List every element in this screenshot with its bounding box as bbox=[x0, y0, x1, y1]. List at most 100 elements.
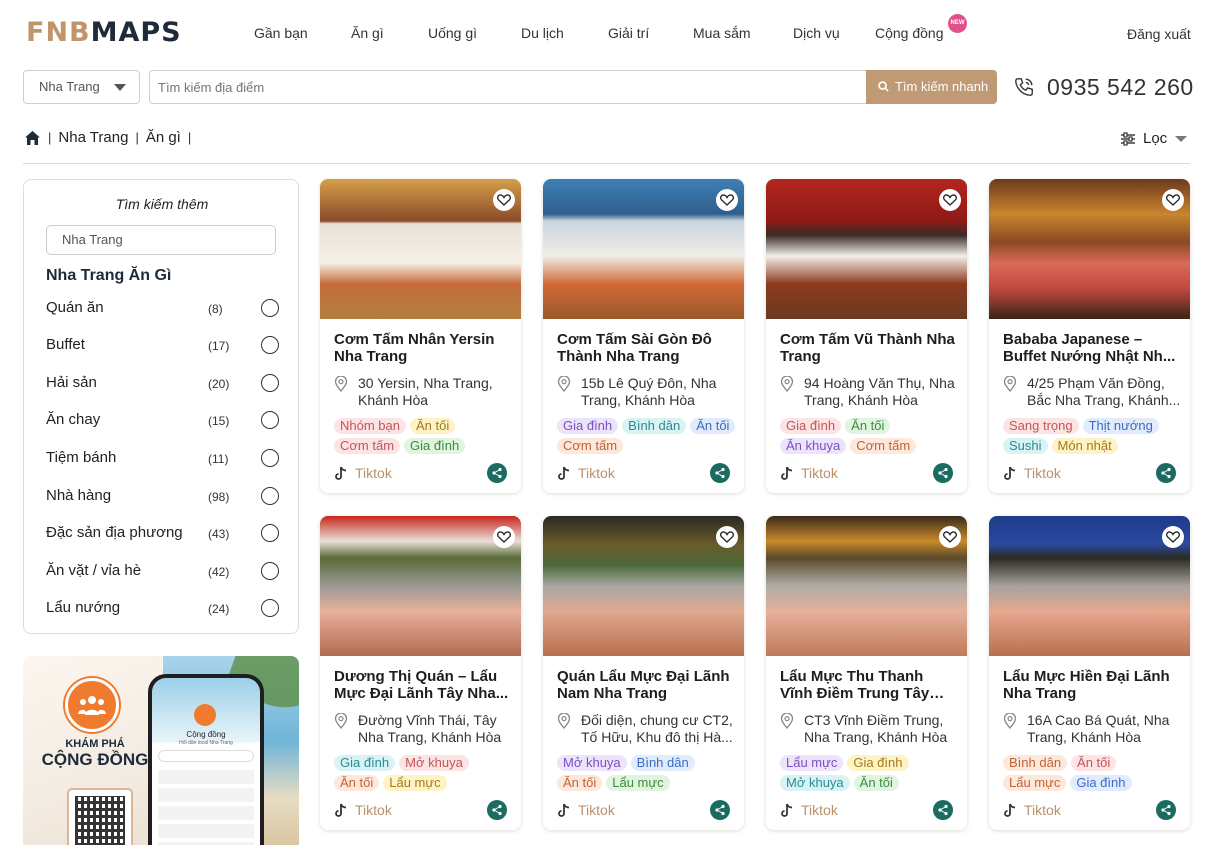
tag[interactable]: Mở khuya bbox=[780, 775, 850, 791]
tag[interactable]: Lẩu mực bbox=[1003, 775, 1067, 791]
tag[interactable]: Gia đình bbox=[780, 418, 842, 434]
nav-mua-sam[interactable]: Mua sắm bbox=[693, 25, 751, 41]
source-link[interactable]: Tiktok bbox=[780, 465, 838, 481]
category-hai-san[interactable]: Hải sản (20) bbox=[46, 374, 282, 396]
place-name[interactable]: Lẩu Mực Thu Thanh Vĩnh Điềm Trung Tây Nh… bbox=[780, 668, 958, 702]
place-card[interactable]: Cơm Tấm Sài Gòn Đô Thành Nha Trang 15b L… bbox=[543, 179, 744, 493]
category-tiem-banh[interactable]: Tiệm bánh (11) bbox=[46, 449, 282, 471]
community-promo-banner[interactable]: KHÁM PHÁ CỘNG ĐỒNG Cộng đồng Hỏi dân loc… bbox=[23, 656, 299, 845]
tag[interactable]: Lẩu mực bbox=[780, 755, 844, 771]
heart-icon[interactable] bbox=[716, 526, 738, 548]
place-card[interactable]: Dương Thị Quán – Lẩu Mực Đại Lãnh Tây Nh… bbox=[320, 516, 521, 830]
tag[interactable]: Bình dân bbox=[630, 755, 695, 771]
share-icon[interactable] bbox=[487, 463, 507, 483]
category-radio[interactable] bbox=[261, 487, 279, 505]
category-radio[interactable] bbox=[261, 562, 279, 580]
place-card[interactable]: Quán Lẩu Mực Đại Lãnh Nam Nha Trang Đối … bbox=[543, 516, 744, 830]
source-link[interactable]: Tiktok bbox=[1003, 802, 1061, 818]
category-radio[interactable] bbox=[261, 449, 279, 467]
heart-icon[interactable] bbox=[1162, 526, 1184, 548]
source-link[interactable]: Tiktok bbox=[557, 465, 615, 481]
place-name[interactable]: Quán Lẩu Mực Đại Lãnh Nam Nha Trang bbox=[557, 668, 735, 702]
source-link[interactable]: Tiktok bbox=[557, 802, 615, 818]
heart-icon[interactable] bbox=[939, 526, 961, 548]
category-quan-an[interactable]: Quán ăn (8) bbox=[46, 299, 282, 321]
tag[interactable]: Ăn tối bbox=[690, 418, 736, 434]
nav-gan-ban[interactable]: Gần bạn bbox=[254, 25, 308, 41]
tag[interactable]: Nhóm bạn bbox=[334, 418, 406, 434]
tag[interactable]: Gia đình bbox=[334, 755, 396, 771]
category-nha-hang[interactable]: Nhà hàng (98) bbox=[46, 487, 282, 509]
quick-search-button[interactable]: Tìm kiếm nhanh bbox=[866, 70, 997, 104]
heart-icon[interactable] bbox=[493, 189, 515, 211]
place-photo[interactable] bbox=[543, 516, 744, 656]
sidebar-search-input[interactable]: Nha Trang bbox=[46, 225, 276, 255]
place-photo[interactable] bbox=[543, 179, 744, 319]
heart-icon[interactable] bbox=[493, 526, 515, 548]
category-radio[interactable] bbox=[261, 524, 279, 542]
tag[interactable]: Ăn khuya bbox=[780, 438, 847, 454]
source-link[interactable]: Tiktok bbox=[780, 802, 838, 818]
nav-giai-tri[interactable]: Giải trí bbox=[608, 25, 649, 41]
tag[interactable]: Ăn tối bbox=[334, 775, 380, 791]
tag[interactable]: Thịt nướng bbox=[1082, 418, 1159, 434]
tag[interactable]: Cơm tấm bbox=[334, 438, 401, 454]
tag[interactable]: Gia đình bbox=[847, 755, 909, 771]
tag[interactable]: Mở khuya bbox=[399, 755, 469, 771]
home-icon[interactable] bbox=[24, 130, 41, 146]
share-icon[interactable] bbox=[933, 463, 953, 483]
filter-button[interactable]: Lọc bbox=[1120, 130, 1188, 147]
place-photo[interactable] bbox=[766, 179, 967, 319]
logout-link[interactable]: Đăng xuất bbox=[1127, 26, 1191, 42]
share-icon[interactable] bbox=[710, 800, 730, 820]
tag[interactable]: Cơm tấm bbox=[850, 438, 917, 454]
place-name[interactable]: Bababa Japanese – Buffet Nướng Nhật Nh..… bbox=[1003, 331, 1181, 365]
search-input[interactable] bbox=[149, 70, 867, 104]
category-radio[interactable] bbox=[261, 336, 279, 354]
tag[interactable]: Ăn tối bbox=[853, 775, 899, 791]
category-radio[interactable] bbox=[261, 299, 279, 317]
nav-uong-gi[interactable]: Uống gì bbox=[428, 25, 477, 41]
place-card[interactable]: Cơm Tấm Nhân Yersin Nha Trang 30 Yersin,… bbox=[320, 179, 521, 493]
share-icon[interactable] bbox=[487, 800, 507, 820]
category-buffet[interactable]: Buffet (17) bbox=[46, 336, 282, 358]
place-card[interactable]: Lẩu Mực Hiền Đại Lãnh Nha Trang 16A Cao … bbox=[989, 516, 1190, 830]
place-card[interactable]: Lẩu Mực Thu Thanh Vĩnh Điềm Trung Tây Nh… bbox=[766, 516, 967, 830]
place-name[interactable]: Dương Thị Quán – Lẩu Mực Đại Lãnh Tây Nh… bbox=[334, 668, 512, 702]
share-icon[interactable] bbox=[1156, 463, 1176, 483]
tag[interactable]: Ăn tối bbox=[557, 775, 603, 791]
tag[interactable]: Sang trọng bbox=[1003, 418, 1079, 434]
category-radio[interactable] bbox=[261, 599, 279, 617]
place-card[interactable]: Bababa Japanese – Buffet Nướng Nhật Nh..… bbox=[989, 179, 1190, 493]
tag[interactable]: Ăn tối bbox=[1071, 755, 1117, 771]
tag[interactable]: Lẩu mực bbox=[383, 775, 447, 791]
tag[interactable]: Bình dân bbox=[622, 418, 687, 434]
logo[interactable]: FNBMAPS bbox=[26, 16, 182, 50]
heart-icon[interactable] bbox=[1162, 189, 1184, 211]
category-radio[interactable] bbox=[261, 411, 279, 429]
place-name[interactable]: Cơm Tấm Vũ Thành Nha Trang bbox=[780, 331, 958, 365]
place-photo[interactable] bbox=[989, 516, 1190, 656]
place-name[interactable]: Cơm Tấm Sài Gòn Đô Thành Nha Trang bbox=[557, 331, 735, 365]
nav-du-lich[interactable]: Du lịch bbox=[521, 25, 564, 41]
source-link[interactable]: Tiktok bbox=[1003, 465, 1061, 481]
hotline[interactable]: 0935 542 260 bbox=[1013, 73, 1194, 101]
source-link[interactable]: Tiktok bbox=[334, 465, 392, 481]
place-name[interactable]: Lẩu Mực Hiền Đại Lãnh Nha Trang bbox=[1003, 668, 1181, 702]
heart-icon[interactable] bbox=[939, 189, 961, 211]
tag[interactable]: Ăn tối bbox=[409, 418, 456, 434]
nav-an-gi[interactable]: Ăn gì bbox=[351, 25, 384, 41]
share-icon[interactable] bbox=[1156, 800, 1176, 820]
tag[interactable]: Gia đình bbox=[1070, 775, 1132, 791]
place-photo[interactable] bbox=[320, 179, 521, 319]
breadcrumb-an-gi[interactable]: Ăn gì bbox=[146, 129, 181, 146]
breadcrumb-nha-trang[interactable]: Nha Trang bbox=[58, 129, 128, 146]
place-photo[interactable] bbox=[320, 516, 521, 656]
nav-cong-dong[interactable]: Cộng đồng bbox=[875, 25, 944, 41]
category-radio[interactable] bbox=[261, 374, 279, 392]
place-photo[interactable] bbox=[766, 516, 967, 656]
tag[interactable]: Sushi bbox=[1003, 438, 1048, 454]
place-photo[interactable] bbox=[989, 179, 1190, 319]
tag[interactable]: Mở khuya bbox=[557, 755, 627, 771]
tag[interactable]: Bình dân bbox=[1003, 755, 1068, 771]
